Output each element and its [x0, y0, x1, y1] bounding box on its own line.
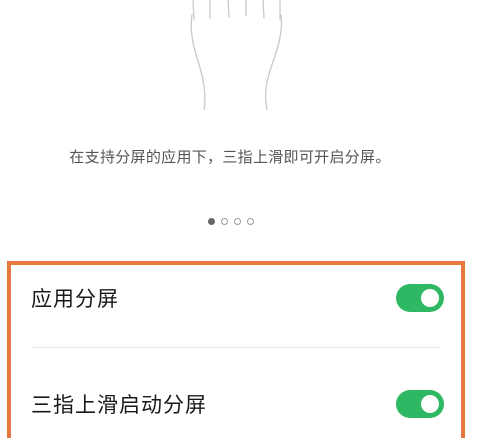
divider — [31, 347, 441, 348]
page-dot-1[interactable] — [208, 217, 215, 225]
page-indicator — [208, 216, 254, 226]
split-screen-hint: 在支持分屏的应用下，三指上滑即可开启分屏。 — [69, 148, 391, 166]
toggle-knob — [421, 289, 439, 307]
setting-row-three-finger-swipe[interactable]: 三指上滑启动分屏 — [11, 374, 461, 434]
setting-label-app-split-screen: 应用分屏 — [31, 287, 119, 311]
split-screen-settings-page: 在支持分屏的应用下，三指上滑即可开启分屏。 应用分屏 三指上滑启动分屏 — [0, 0, 500, 438]
page-dot-3[interactable] — [234, 217, 241, 225]
app-split-screen-toggle[interactable] — [396, 284, 444, 312]
page-dot-2[interactable] — [221, 217, 228, 225]
settings-highlight-box: 应用分屏 三指上滑启动分屏 — [7, 261, 465, 438]
toggle-knob — [421, 395, 439, 413]
setting-row-app-split-screen[interactable]: 应用分屏 — [11, 268, 461, 328]
setting-label-three-finger-swipe: 三指上滑启动分屏 — [31, 393, 207, 417]
page-dot-4[interactable] — [247, 217, 254, 225]
hand-swipe-icon — [190, 0, 283, 110]
three-finger-swipe-toggle[interactable] — [396, 390, 444, 418]
